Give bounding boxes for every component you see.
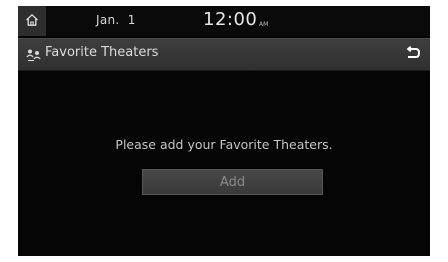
status-time: 12:00 (203, 9, 258, 30)
favorite-theaters-icon (26, 47, 42, 62)
home-button[interactable] (18, 6, 46, 36)
status-am-pm: AM (259, 21, 269, 28)
status-date: Jan. 1 (96, 13, 136, 27)
empty-state-message: Please add your Favorite Theaters. (115, 137, 333, 152)
status-bar: Jan. 1 12:00 AM (18, 6, 430, 36)
home-icon (25, 12, 39, 31)
add-button[interactable]: Add (142, 169, 323, 195)
page-title: Favorite Theaters (45, 45, 159, 60)
app-screen: Jan. 1 12:00 AM Favorite Theaters Please (18, 6, 430, 256)
back-icon (405, 45, 421, 64)
title-bar: Favorite Theaters (18, 38, 430, 71)
back-button[interactable] (396, 39, 430, 70)
